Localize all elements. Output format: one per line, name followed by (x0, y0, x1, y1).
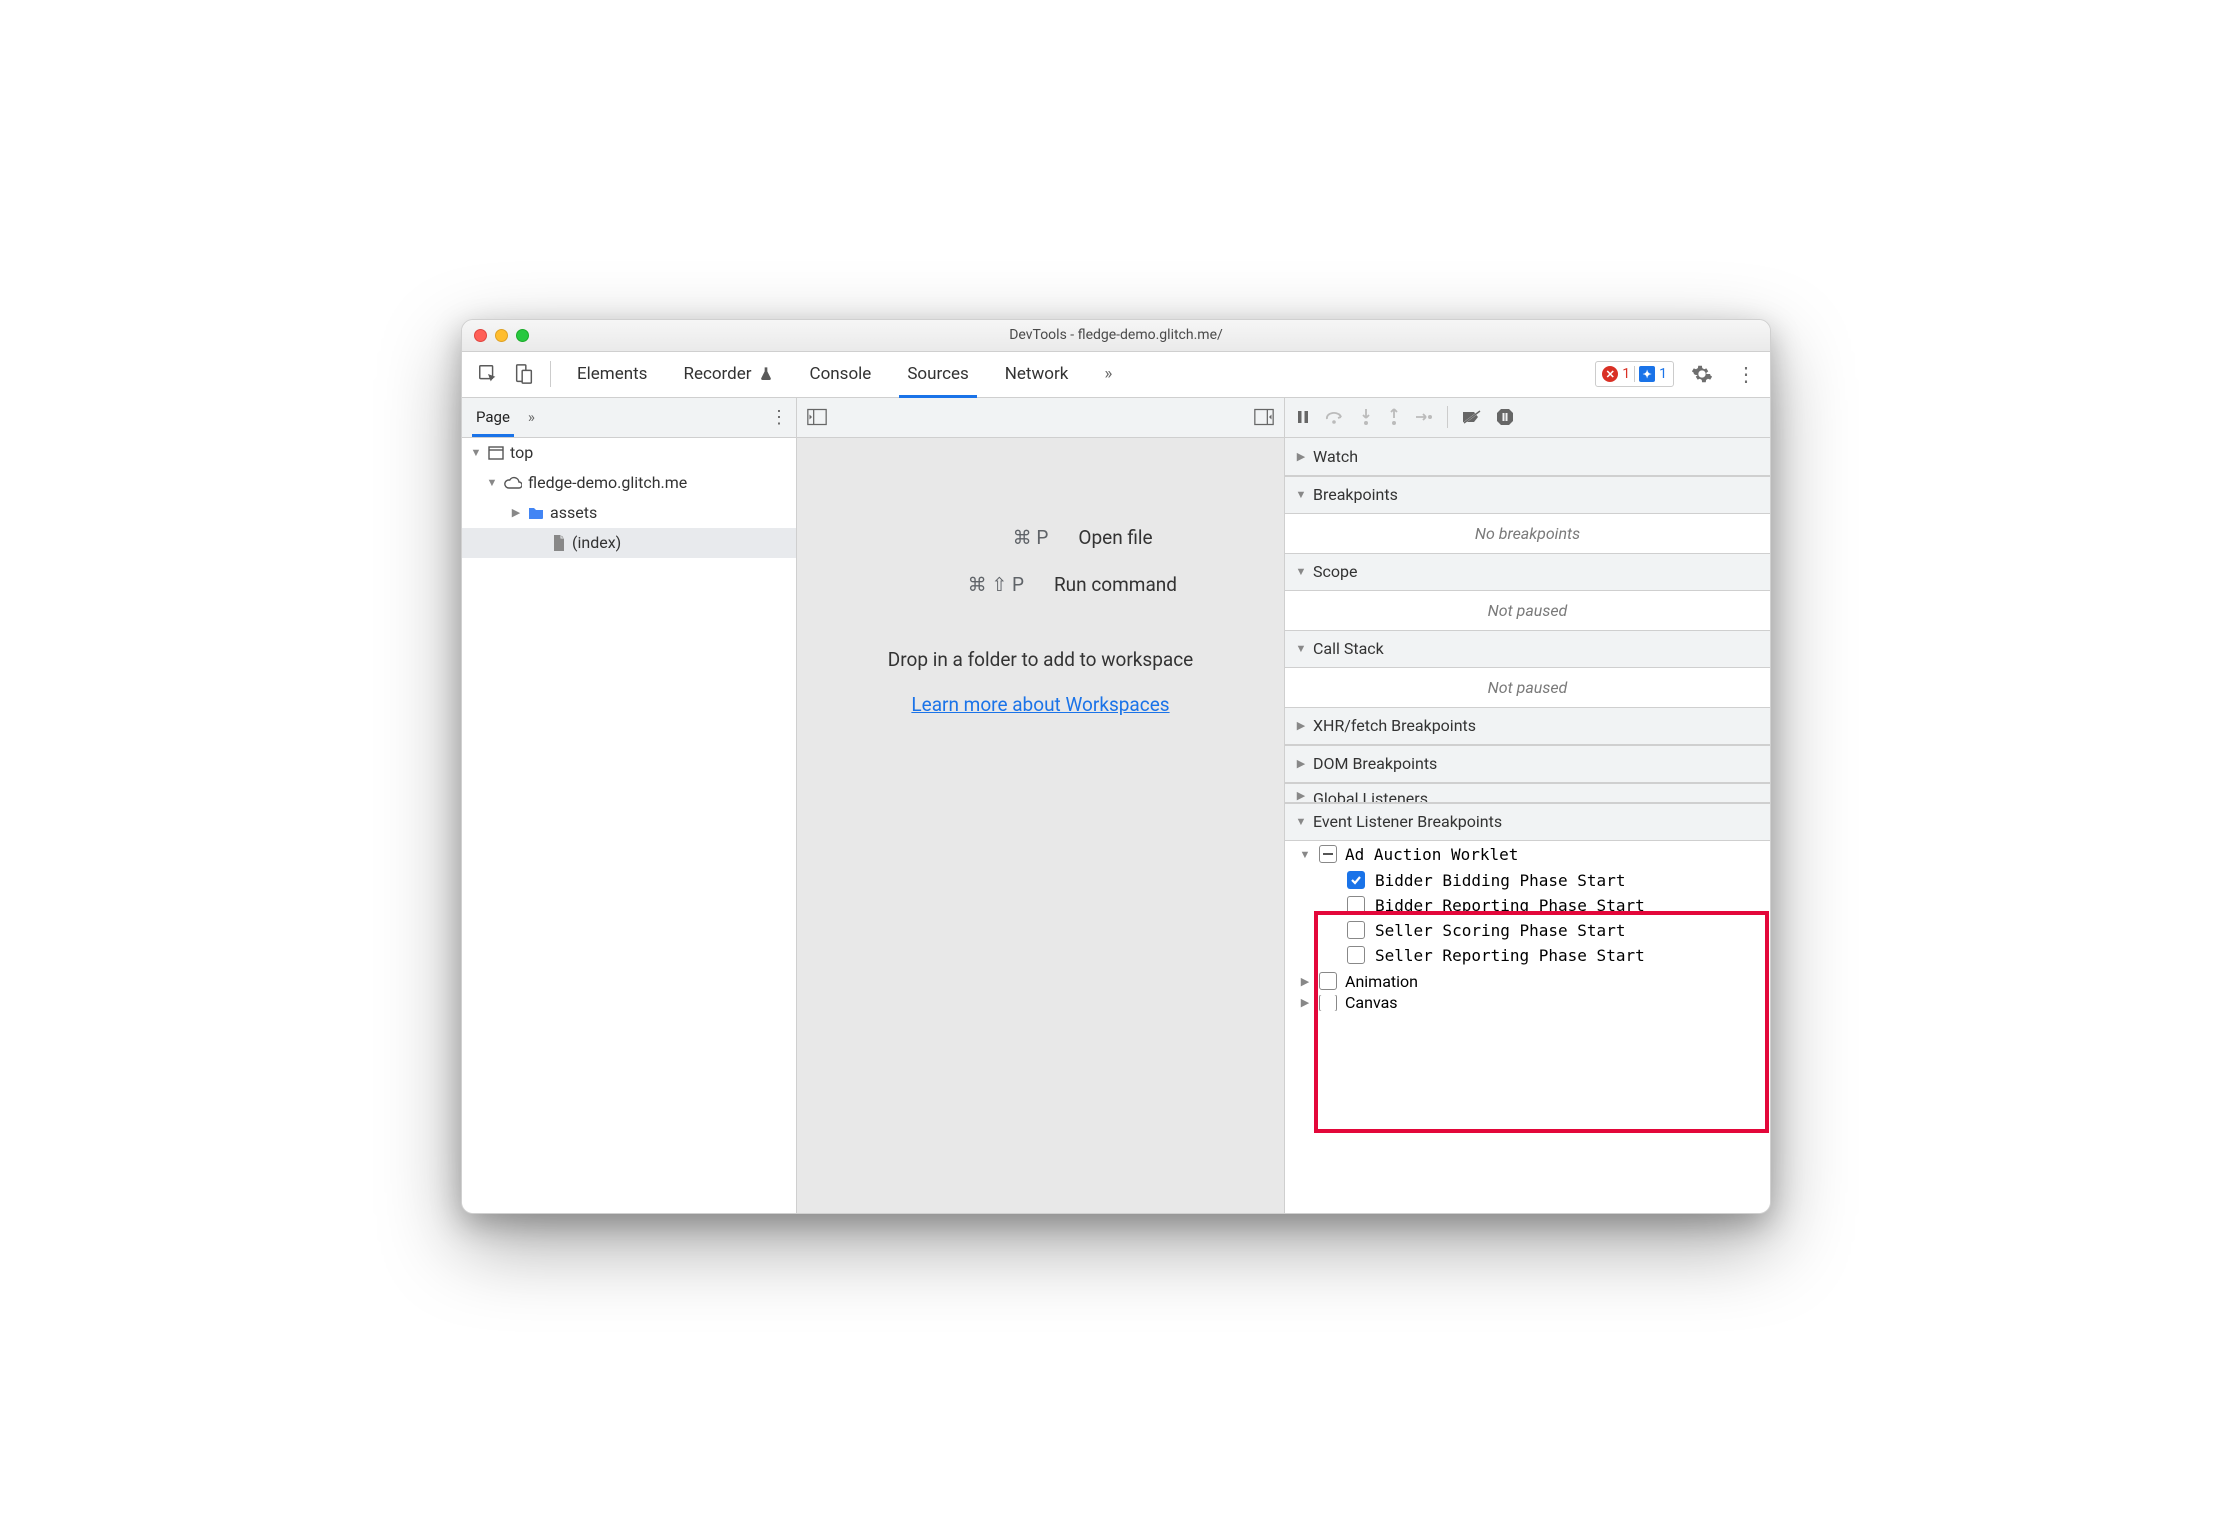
checkbox-icon[interactable] (1347, 896, 1365, 914)
window-frame-icon (488, 446, 504, 460)
error-count: 1 (1622, 366, 1630, 382)
section-callstack[interactable]: ▼Call Stack (1285, 630, 1770, 668)
pause-on-exceptions-icon[interactable] (1496, 408, 1514, 426)
editor-placeholder: ⌘ P Open file ⌘ ⇧ P Run command Drop in … (797, 438, 1285, 1213)
checkbox-indeterminate-icon[interactable] (1319, 845, 1337, 863)
checkbox-icon[interactable] (1319, 972, 1337, 990)
info-icon: ✦ (1639, 366, 1655, 382)
section-event-listener-bp[interactable]: ▼Event Listener Breakpoints (1285, 803, 1770, 841)
no-breakpoints-msg: No breakpoints (1285, 514, 1770, 553)
animation-category[interactable]: ▶ Animation (1285, 968, 1770, 995)
step-into-icon[interactable] (1359, 408, 1373, 426)
callstack-not-paused: Not paused (1285, 668, 1770, 707)
tab-elements[interactable]: Elements (559, 352, 665, 397)
worklet-label: Ad Auction Worklet (1345, 845, 1518, 864)
window-title: DevTools - fledge-demo.glitch.me/ (462, 327, 1770, 343)
file-icon (552, 535, 566, 551)
tree-top[interactable]: ▼ top (462, 438, 796, 468)
tree-index-label: (index) (572, 533, 621, 552)
checkbox-icon[interactable] (1347, 946, 1365, 964)
tab-network[interactable]: Network (987, 352, 1087, 397)
open-file-label: Open file (1078, 526, 1152, 549)
open-file-shortcut: ⌘ P (928, 526, 1048, 549)
info-count: 1 (1659, 366, 1667, 382)
tab-sources[interactable]: Sources (889, 352, 986, 397)
file-tree: ▼ top ▼ fledge-demo.glitch.me ▶ assets (… (462, 438, 797, 1213)
sources-sub-bar: Page » ⋮ (462, 398, 1770, 438)
tabs-overflow[interactable]: » (1086, 352, 1130, 397)
nav-overflow-icon[interactable]: » (528, 408, 535, 426)
tree-assets-label: assets (550, 503, 597, 522)
toggle-debugger-icon[interactable] (1254, 408, 1274, 426)
folder-icon (528, 506, 544, 520)
section-breakpoints[interactable]: ▼Breakpoints (1285, 476, 1770, 514)
cloud-icon (504, 476, 522, 490)
step-out-icon[interactable] (1387, 408, 1401, 426)
error-icon: ✕ (1602, 366, 1618, 382)
checkbox-icon[interactable] (1347, 921, 1365, 939)
step-icon[interactable] (1415, 410, 1433, 424)
tree-domain-label: fledge-demo.glitch.me (528, 473, 687, 492)
tab-console[interactable]: Console (792, 352, 890, 397)
more-options-icon[interactable]: ⋮ (1730, 362, 1762, 386)
drop-folder-text: Drop in a folder to add to workspace (888, 648, 1193, 671)
flask-icon (758, 366, 774, 382)
main-tab-bar: Elements Recorder Console Sources Networ… (462, 352, 1770, 398)
section-scope[interactable]: ▼Scope (1285, 553, 1770, 591)
pause-icon[interactable] (1295, 409, 1311, 425)
section-dom[interactable]: ▶DOM Breakpoints (1285, 745, 1770, 783)
canvas-category[interactable]: ▶ Canvas (1285, 995, 1770, 1011)
checkbox-icon[interactable] (1319, 995, 1337, 1011)
bp-bidder-bidding[interactable]: Bidder Bidding Phase Start (1285, 868, 1770, 893)
debugger-panel: ▶Watch ▼Breakpoints No breakpoints ▼Scop… (1285, 438, 1770, 1213)
scope-not-paused: Not paused (1285, 591, 1770, 630)
run-command-label: Run command (1054, 573, 1177, 596)
bp-seller-reporting[interactable]: Seller Reporting Phase Start (1285, 943, 1770, 968)
deactivate-breakpoints-icon[interactable] (1462, 409, 1482, 425)
device-toggle-icon[interactable] (506, 356, 542, 392)
run-command-shortcut: ⌘ ⇧ P (904, 573, 1024, 596)
tree-domain[interactable]: ▼ fledge-demo.glitch.me (462, 468, 796, 498)
error-warning-badges[interactable]: ✕1 ✦1 (1595, 361, 1674, 387)
tab-recorder[interactable]: Recorder (665, 352, 791, 397)
tree-top-label: top (510, 443, 533, 462)
worklet-category[interactable]: ▼ Ad Auction Worklet (1285, 841, 1770, 868)
bp-seller-scoring[interactable]: Seller Scoring Phase Start (1285, 918, 1770, 943)
nav-more-icon[interactable]: ⋮ (770, 407, 788, 428)
title-bar: DevTools - fledge-demo.glitch.me/ (462, 320, 1770, 352)
section-global[interactable]: ▶Global Listeners (1285, 783, 1770, 803)
page-tab[interactable]: Page (472, 398, 514, 437)
step-over-icon[interactable] (1325, 409, 1345, 425)
bp-bidder-reporting[interactable]: Bidder Reporting Phase Start (1285, 893, 1770, 918)
section-watch[interactable]: ▶Watch (1285, 438, 1770, 476)
inspect-element-icon[interactable] (470, 356, 506, 392)
tree-assets[interactable]: ▶ assets (462, 498, 796, 528)
toggle-nav-icon[interactable] (807, 408, 827, 426)
settings-icon[interactable] (1684, 356, 1720, 392)
tree-index[interactable]: (index) (462, 528, 796, 558)
workspaces-link[interactable]: Learn more about Workspaces (911, 693, 1169, 716)
section-xhr[interactable]: ▶XHR/fetch Breakpoints (1285, 707, 1770, 745)
checkbox-checked-icon[interactable] (1347, 871, 1365, 889)
